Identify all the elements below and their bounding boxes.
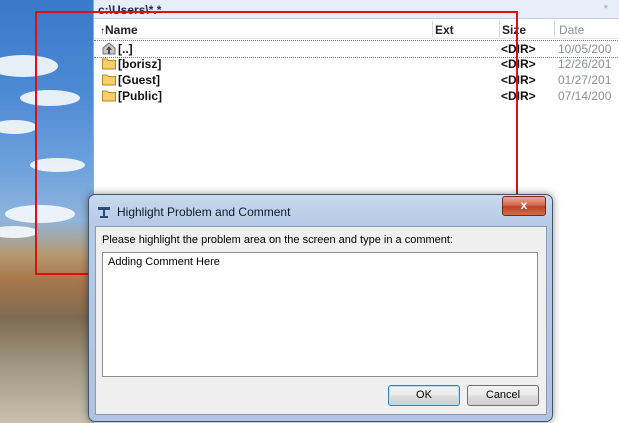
file-name: [..] (118, 42, 133, 56)
app-icon (97, 205, 111, 219)
dialog-prompt: Please highlight the problem area on the… (102, 234, 453, 246)
desktop-wallpaper (0, 0, 95, 423)
file-row[interactable]: [borisz] <DIR> 12/26/201 (94, 56, 619, 72)
column-header-date[interactable]: Date (559, 23, 584, 37)
path-star: * (603, 3, 608, 15)
column-header-size[interactable]: Size (502, 23, 526, 37)
path-text: c:\Users\*.* (98, 3, 162, 17)
file-size: <DIR> (501, 89, 536, 103)
file-size: <DIR> (501, 73, 536, 87)
column-header-bar: ↑Name Ext Size Date (94, 20, 619, 39)
file-row[interactable]: [Guest] <DIR> 01/27/201 (94, 72, 619, 88)
file-date: 07/14/200 (558, 89, 612, 103)
file-name: [Guest] (118, 73, 160, 87)
dialog-title: Highlight Problem and Comment (117, 205, 291, 219)
ok-button[interactable]: OK (388, 385, 460, 406)
file-date: 01/27/201 (558, 73, 612, 87)
column-header-ext[interactable]: Ext (435, 23, 454, 37)
file-name: [Public] (118, 89, 162, 103)
file-name: [borisz] (118, 57, 162, 71)
comment-textarea[interactable]: Adding Comment Here (102, 252, 538, 377)
dialog-body: Please highlight the problem area on the… (95, 226, 547, 415)
close-icon: x (520, 198, 528, 212)
folder-icon (102, 57, 116, 73)
folder-icon (102, 73, 116, 89)
file-size: <DIR> (501, 57, 536, 71)
path-bar[interactable]: c:\Users\*.* * (94, 0, 619, 19)
cancel-button[interactable]: Cancel (467, 385, 539, 406)
close-button[interactable]: x (502, 196, 546, 216)
file-date: 10/05/200 (558, 42, 612, 56)
file-date: 12/26/201 (558, 57, 612, 71)
folder-icon (102, 89, 116, 105)
column-header-name[interactable]: ↑Name (100, 23, 138, 37)
highlight-comment-dialog: Highlight Problem and Comment x Please h… (88, 194, 553, 422)
file-row[interactable]: [Public] <DIR> 07/14/200 (94, 88, 619, 104)
file-size: <DIR> (501, 42, 536, 56)
